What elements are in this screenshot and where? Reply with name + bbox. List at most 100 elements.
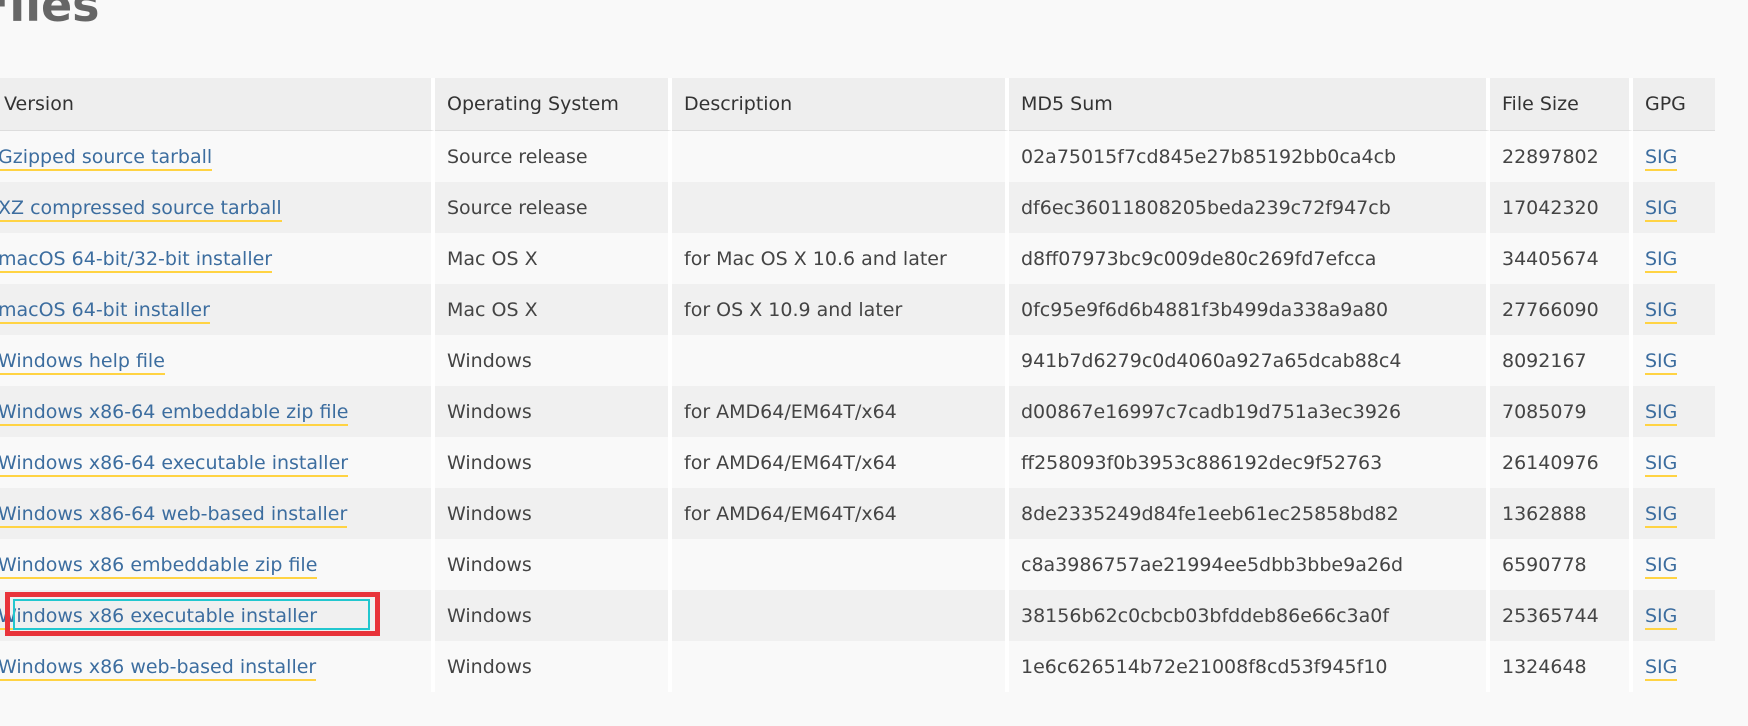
version-cell: Gzipped source tarball xyxy=(0,131,435,182)
file-size-cell: 8092167 xyxy=(1490,335,1633,386)
version-cell: Windows x86 executable installer xyxy=(0,590,435,641)
gpg-cell: SIG xyxy=(1633,233,1715,284)
description-cell: for AMD64/EM64T/x64 xyxy=(672,386,1009,437)
file-size-cell: 1324648 xyxy=(1490,641,1633,692)
download-link-windows-x86-web-based-installer[interactable]: Windows x86 web-based installer xyxy=(0,655,317,681)
gpg-cell: SIG xyxy=(1633,182,1715,233)
md5-cell: 8de2335249d84fe1eeb61ec25858bd82 xyxy=(1009,488,1490,539)
version-cell: macOS 64-bit/32-bit installer xyxy=(0,233,435,284)
os-cell: Windows xyxy=(435,386,672,437)
version-cell: Windows x86 embeddable zip file xyxy=(0,539,435,590)
downloads-page: Files Version Operating System Descripti… xyxy=(0,0,1748,726)
version-cell: Windows help file xyxy=(0,335,435,386)
sig-link[interactable]: SIG xyxy=(1645,247,1678,273)
header-row: Version Operating System Description MD5… xyxy=(0,78,1715,131)
download-link-windows-x86-64-executable-installer[interactable]: Windows x86-64 executable installer xyxy=(0,451,349,477)
table-row: Windows x86 web-based installer Windows 1e… xyxy=(0,641,1715,692)
os-cell: Windows xyxy=(435,539,672,590)
md5-cell: c8a3986757ae21994ee5dbb3bbe9a26d xyxy=(1009,539,1490,590)
os-cell: Windows xyxy=(435,437,672,488)
sig-link[interactable]: SIG xyxy=(1645,298,1678,324)
sig-link[interactable]: SIG xyxy=(1645,196,1678,222)
sig-link[interactable]: SIG xyxy=(1645,604,1678,630)
sig-link[interactable]: SIG xyxy=(1645,349,1678,375)
md5-cell: 02a75015f7cd845e27b85192bb0ca4cb xyxy=(1009,131,1490,182)
gpg-cell: SIG xyxy=(1633,437,1715,488)
file-size-cell: 25365744 xyxy=(1490,590,1633,641)
description-cell: for AMD64/EM64T/x64 xyxy=(672,488,1009,539)
version-cell: macOS 64-bit installer xyxy=(0,284,435,335)
md5-cell: 1e6c626514b72e21008f8cd53f945f10 xyxy=(1009,641,1490,692)
file-size-cell: 7085079 xyxy=(1490,386,1633,437)
md5-cell: 38156b62c0cbcb03bfddeb86e66c3a0f xyxy=(1009,590,1490,641)
os-cell: Windows xyxy=(435,590,672,641)
description-cell: for Mac OS X 10.6 and later xyxy=(672,233,1009,284)
description-cell: for AMD64/EM64T/x64 xyxy=(672,437,1009,488)
table-header: Version Operating System Description MD5… xyxy=(0,78,1715,131)
table-row: Windows x86-64 web-based installer Window… xyxy=(0,488,1715,539)
download-link-windows-x86-64-embeddable-zip-file[interactable]: Windows x86-64 embeddable zip file xyxy=(0,400,349,426)
file-size-cell: 1362888 xyxy=(1490,488,1633,539)
header-gpg: GPG xyxy=(1633,78,1715,131)
file-size-cell: 27766090 xyxy=(1490,284,1633,335)
header-operating-system: Operating System xyxy=(435,78,672,131)
header-description: Description xyxy=(672,78,1009,131)
md5-cell: d8ff07973bc9c009de80c269fd7efcca xyxy=(1009,233,1490,284)
file-size-cell: 34405674 xyxy=(1490,233,1633,284)
md5-cell: d00867e16997c7cadb19d751a3ec3926 xyxy=(1009,386,1490,437)
file-size-cell: 22897802 xyxy=(1490,131,1633,182)
version-cell: Windows x86-64 executable installer xyxy=(0,437,435,488)
table-row: Windows x86-64 embeddable zip file Window… xyxy=(0,386,1715,437)
version-cell: Windows x86-64 embeddable zip file xyxy=(0,386,435,437)
os-cell: Source release xyxy=(435,131,672,182)
table-row: XZ compressed source tarball Source relea… xyxy=(0,182,1715,233)
sig-link[interactable]: SIG xyxy=(1645,502,1678,528)
header-version: Version xyxy=(0,78,435,131)
gpg-cell: SIG xyxy=(1633,335,1715,386)
description-cell xyxy=(672,641,1009,692)
file-size-cell: 17042320 xyxy=(1490,182,1633,233)
download-link-windows-x86-executable-installer[interactable]: Windows x86 executable installer xyxy=(0,604,318,630)
table-row: macOS 64-bit/32-bit installer Mac OS Xfor… xyxy=(0,233,1715,284)
table-row: Windows x86-64 executable installer Windo… xyxy=(0,437,1715,488)
gpg-cell: SIG xyxy=(1633,488,1715,539)
md5-cell: ff258093f0b3953c886192dec9f52763 xyxy=(1009,437,1490,488)
table-row: Windows help file Windows 941b7d6279c0d406… xyxy=(0,335,1715,386)
md5-cell: df6ec36011808205beda239c72f947cb xyxy=(1009,182,1490,233)
download-link-macos-64-bit-32-bit-installer[interactable]: macOS 64-bit/32-bit installer xyxy=(0,247,273,273)
page-title: Files xyxy=(0,0,100,32)
download-link-xz-compressed-source-tarball[interactable]: XZ compressed source tarball xyxy=(0,196,282,222)
sig-link[interactable]: SIG xyxy=(1645,451,1678,477)
version-cell: XZ compressed source tarball xyxy=(0,182,435,233)
md5-cell: 0fc95e9f6d6b4881f3b499da338a9a80 xyxy=(1009,284,1490,335)
sig-link[interactable]: SIG xyxy=(1645,145,1678,171)
download-link-windows-x86-64-web-based-installer[interactable]: Windows x86-64 web-based installer xyxy=(0,502,348,528)
sig-link[interactable]: SIG xyxy=(1645,400,1678,426)
download-link-macos-64-bit-installer[interactable]: macOS 64-bit installer xyxy=(0,298,210,324)
description-cell: for OS X 10.9 and later xyxy=(672,284,1009,335)
gpg-cell: SIG xyxy=(1633,131,1715,182)
sig-link[interactable]: SIG xyxy=(1645,655,1678,681)
header-md5-sum: MD5 Sum xyxy=(1009,78,1490,131)
table-row: macOS 64-bit installer Mac OS Xfor OS X 1… xyxy=(0,284,1715,335)
os-cell: Windows xyxy=(435,488,672,539)
table-body: Gzipped source tarball Source release 02a7… xyxy=(0,131,1715,692)
table-row: Windows x86 executable installer Windows 3… xyxy=(0,590,1715,641)
os-cell: Mac OS X xyxy=(435,233,672,284)
sig-link[interactable]: SIG xyxy=(1645,553,1678,579)
download-link-gzipped-source-tarball[interactable]: Gzipped source tarball xyxy=(0,145,213,171)
download-link-windows-x86-embeddable-zip-file[interactable]: Windows x86 embeddable zip file xyxy=(0,553,318,579)
description-cell xyxy=(672,335,1009,386)
gpg-cell: SIG xyxy=(1633,539,1715,590)
table-row: Windows x86 embeddable zip file Windows c8… xyxy=(0,539,1715,590)
description-cell xyxy=(672,539,1009,590)
table-row: Gzipped source tarball Source release 02a7… xyxy=(0,131,1715,182)
gpg-cell: SIG xyxy=(1633,641,1715,692)
download-link-windows-help-file[interactable]: Windows help file xyxy=(0,349,165,375)
files-table: Version Operating System Description MD5… xyxy=(0,78,1715,692)
os-cell: Windows xyxy=(435,641,672,692)
file-size-cell: 26140976 xyxy=(1490,437,1633,488)
description-cell xyxy=(672,131,1009,182)
md5-cell: 941b7d6279c0d4060a927a65dcab88c4 xyxy=(1009,335,1490,386)
description-cell xyxy=(672,590,1009,641)
